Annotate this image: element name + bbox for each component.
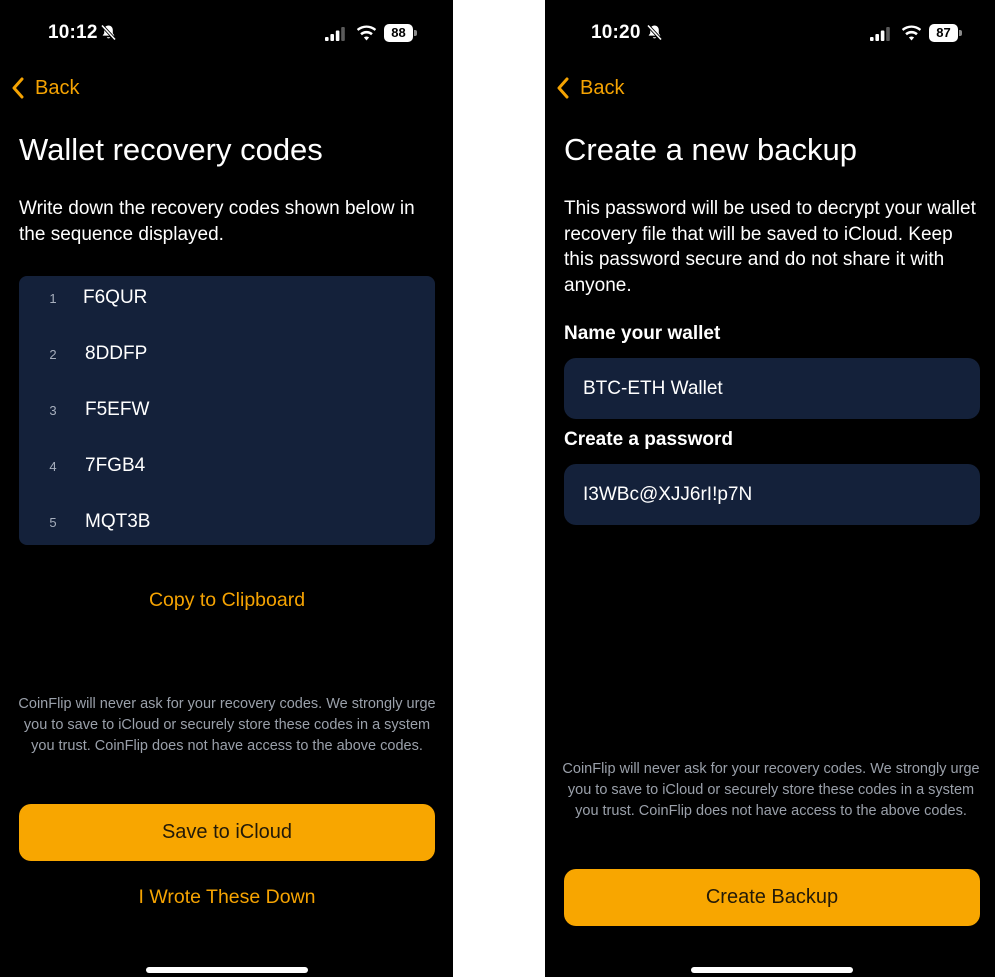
recovery-code-index: 3 (49, 403, 57, 418)
i-wrote-these-down-button[interactable]: I Wrote These Down (19, 886, 435, 909)
recovery-code-value: F6QUR (83, 287, 148, 308)
recovery-code-value: 7FGB4 (85, 455, 146, 476)
status-time: 10:20 (591, 22, 641, 43)
bell-slash-icon (646, 24, 663, 41)
recovery-codes-list: 1 F6QUR 2 8DDFP 3 F5EFW 4 7FGB4 5 MQT3B (19, 276, 435, 545)
back-label: Back (35, 76, 80, 99)
recovery-code-value: MQT3B (85, 511, 151, 532)
wallet-name-label: Name your wallet (564, 323, 721, 344)
cellular-signal-icon (325, 27, 345, 41)
battery-icon: 88 (384, 24, 418, 42)
chevron-left-icon (12, 77, 24, 99)
wallet-name-input[interactable] (564, 358, 980, 419)
back-button[interactable]: Back (11, 74, 79, 102)
wifi-icon (902, 25, 921, 41)
recovery-code-row: 4 7FGB4 (19, 453, 435, 483)
right-phone-screen: 10:20 87 Back Create a new backup This p… (545, 0, 995, 977)
password-label: Create a password (564, 429, 733, 450)
chevron-left-icon (557, 77, 569, 99)
recovery-code-index: 2 (49, 347, 57, 362)
bell-slash-icon (100, 24, 117, 41)
battery-level: 87 (929, 24, 958, 42)
page-description: Write down the recovery codes shown belo… (19, 198, 415, 245)
recovery-code-row: 2 8DDFP (19, 341, 435, 371)
recovery-code-value: 8DDFP (85, 343, 148, 364)
disclaimer-note: CoinFlip will never ask for your recover… (562, 761, 980, 819)
home-indicator[interactable] (691, 967, 853, 973)
recovery-code-value: F5EFW (85, 399, 150, 420)
recovery-code-row: 3 F5EFW (19, 397, 435, 427)
status-time: 10:12 (48, 22, 98, 43)
recovery-code-row: 1 F6QUR (19, 285, 435, 315)
recovery-code-index: 5 (49, 515, 57, 530)
cellular-signal-icon (870, 27, 890, 41)
disclaimer-note: CoinFlip will never ask for your recover… (18, 696, 436, 754)
copy-to-clipboard-button[interactable]: Copy to Clipboard (19, 589, 435, 612)
create-backup-button[interactable]: Create Backup (564, 869, 980, 926)
page-title: Wallet recovery codes (19, 132, 323, 167)
left-phone-screen: 10:12 88 Back Wallet recovery codes Writ… (0, 0, 453, 977)
battery-level: 88 (384, 24, 413, 42)
recovery-code-index: 4 (49, 459, 57, 474)
home-indicator[interactable] (146, 967, 308, 973)
battery-icon: 87 (929, 24, 963, 42)
page-title: Create a new backup (564, 132, 857, 167)
back-label: Back (580, 76, 625, 99)
page-description: This password will be used to decrypt yo… (564, 198, 976, 296)
recovery-code-index: 1 (49, 291, 57, 306)
recovery-code-row: 5 MQT3B (19, 509, 435, 539)
password-input[interactable] (564, 464, 980, 525)
back-button[interactable]: Back (556, 74, 624, 102)
wifi-icon (357, 25, 376, 41)
save-to-icloud-button[interactable]: Save to iCloud (19, 804, 435, 861)
